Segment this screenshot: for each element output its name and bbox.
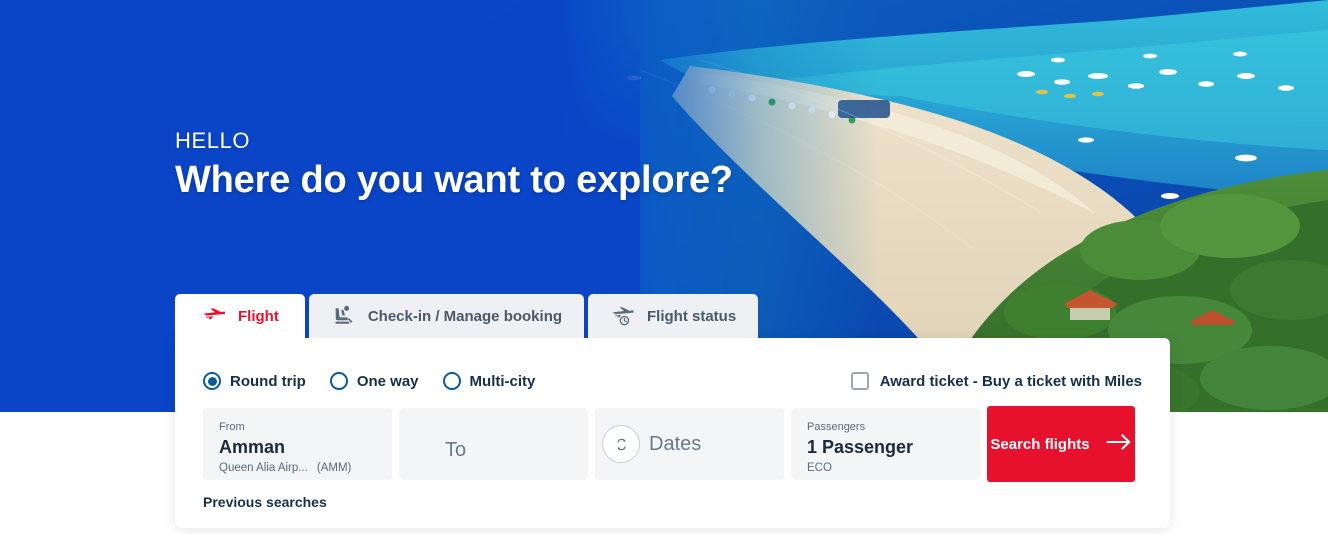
radio-one-way[interactable]: One way xyxy=(329,372,419,390)
seat-icon xyxy=(331,305,357,327)
tab-flight-status[interactable]: Flight status xyxy=(588,294,759,338)
greeting-text: HELLO xyxy=(175,128,251,153)
from-airport-name: Queen Alia Airp... xyxy=(219,462,308,474)
radio-round-trip[interactable]: Round trip xyxy=(203,372,306,390)
from-airport-code: (AMM) xyxy=(316,462,352,474)
arrow-right-icon xyxy=(1106,433,1132,455)
to-field[interactable]: To xyxy=(399,408,640,480)
tab-checkin-label: Check-in / Manage booking xyxy=(367,307,563,325)
from-field-label: From xyxy=(219,421,245,433)
award-ticket-label: Award ticket - Buy a ticket with Miles xyxy=(879,372,1142,390)
passengers-cabin-class: ECO xyxy=(807,462,832,474)
trip-options-row: Round trip One way Multi-city Award tick… xyxy=(203,368,1142,394)
radio-multi-city-dot xyxy=(442,372,461,390)
from-field-airport: Queen Alia Airp... (AMM) xyxy=(219,461,378,476)
radio-one-way-label: One way xyxy=(356,372,419,390)
passengers-field[interactable]: Passengers 1 Passenger ECO xyxy=(791,408,980,480)
award-ticket-checkbox-box xyxy=(850,372,869,390)
search-fields-row: From Amman Queen Alia Airp... (AMM) To D… xyxy=(203,406,1135,482)
airplane-icon xyxy=(201,305,227,327)
tab-flight[interactable]: Flight xyxy=(175,294,305,338)
swap-icon[interactable] xyxy=(602,425,640,463)
radio-round-trip-dot xyxy=(203,372,221,390)
passengers-field-value: 1 Passenger xyxy=(807,437,914,457)
page-title: Where do you want to explore? xyxy=(175,159,733,201)
search-flights-label: Search flights xyxy=(990,435,1090,453)
radio-round-trip-label: Round trip xyxy=(230,372,306,390)
hero-text-block: HELLO Where do you want to explore? xyxy=(175,128,733,204)
award-ticket-checkbox[interactable]: Award ticket - Buy a ticket with Miles xyxy=(850,372,1142,390)
to-field-placeholder: To xyxy=(445,438,467,461)
from-field[interactable]: From Amman Queen Alia Airp... (AMM) xyxy=(203,408,392,480)
dates-field-placeholder: Dates xyxy=(649,432,702,455)
radio-multi-city-label: Multi-city xyxy=(469,372,536,390)
booking-tabs: Flight Check-in / Manage booking Flight … xyxy=(175,294,759,338)
trip-type-radio-group: Round trip One way Multi-city xyxy=(203,372,535,390)
flight-search-card: Round trip One way Multi-city Award tick… xyxy=(175,338,1170,528)
tab-checkin-manage-booking[interactable]: Check-in / Manage booking xyxy=(308,294,585,338)
search-flights-button[interactable]: Search flights xyxy=(987,406,1135,482)
page-root: HELLO Where do you want to explore? Flig… xyxy=(0,0,1328,534)
plane-clock-icon xyxy=(610,305,636,327)
tab-flight-label: Flight xyxy=(238,307,279,325)
radio-one-way-dot xyxy=(329,372,348,390)
passengers-field-label: Passengers xyxy=(807,421,866,433)
tab-flight-status-label: Flight status xyxy=(647,307,737,325)
from-field-city: Amman xyxy=(219,437,286,457)
previous-searches-link[interactable]: Previous searches xyxy=(203,494,327,510)
radio-multi-city[interactable]: Multi-city xyxy=(442,372,536,390)
